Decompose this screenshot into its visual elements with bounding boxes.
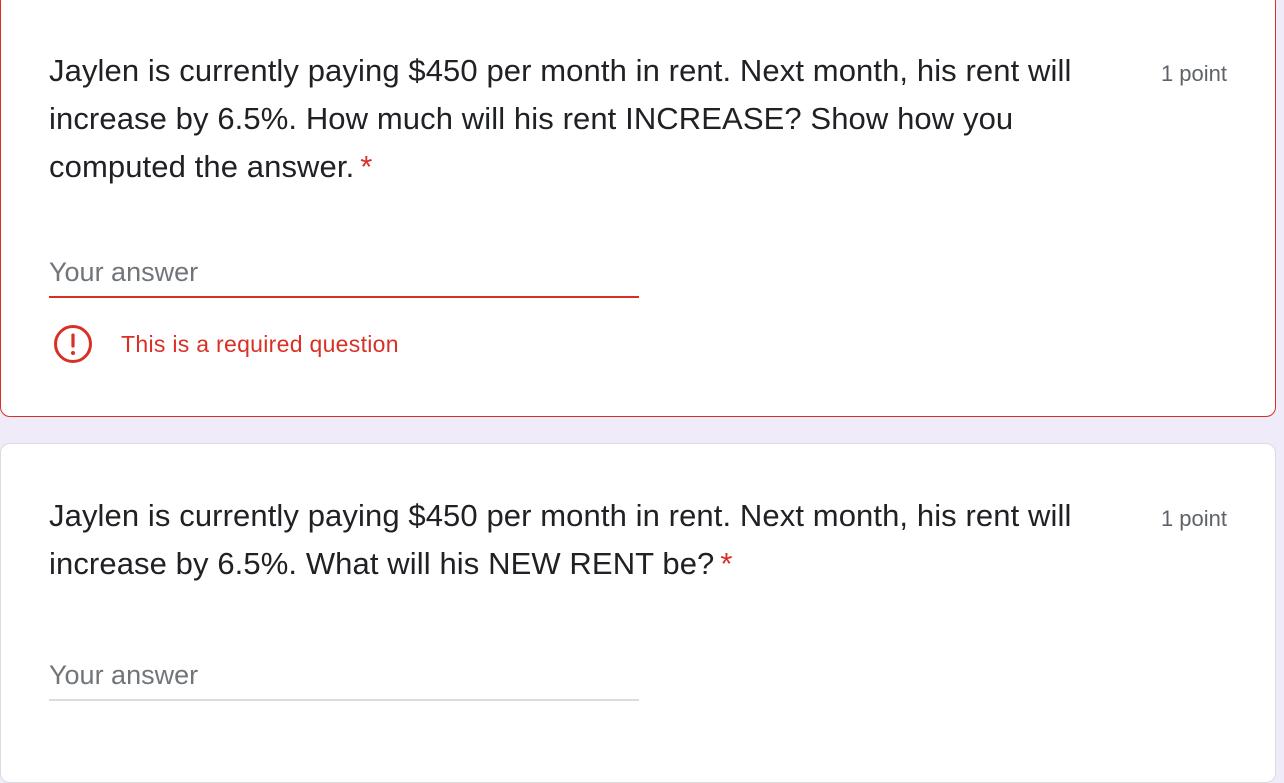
answer-input[interactable]: [49, 257, 639, 296]
question-text: Jaylen is currently paying $450 per mont…: [49, 53, 1072, 184]
question-title: Jaylen is currently paying $450 per mont…: [49, 47, 1129, 191]
points-label: 1 point: [1160, 61, 1227, 86]
error-circle-icon: [53, 324, 93, 364]
answer-field: [49, 660, 639, 701]
answer-underline-error: [49, 296, 639, 298]
question-card-rent-increase: Jaylen is currently paying $450 per mont…: [0, 0, 1276, 417]
question-text: Jaylen is currently paying $450 per mont…: [49, 498, 1072, 581]
points-label: 1 point: [1160, 506, 1227, 531]
answer-underline: [49, 699, 639, 701]
required-asterisk: *: [720, 546, 733, 581]
validation-error: This is a required question: [53, 324, 399, 364]
required-asterisk: *: [360, 149, 373, 184]
error-message: This is a required question: [121, 330, 399, 357]
answer-field: [49, 257, 639, 298]
question-card-new-rent: Jaylen is currently paying $450 per mont…: [0, 443, 1276, 783]
question-title: Jaylen is currently paying $450 per mont…: [49, 492, 1129, 588]
answer-input[interactable]: [49, 660, 639, 699]
